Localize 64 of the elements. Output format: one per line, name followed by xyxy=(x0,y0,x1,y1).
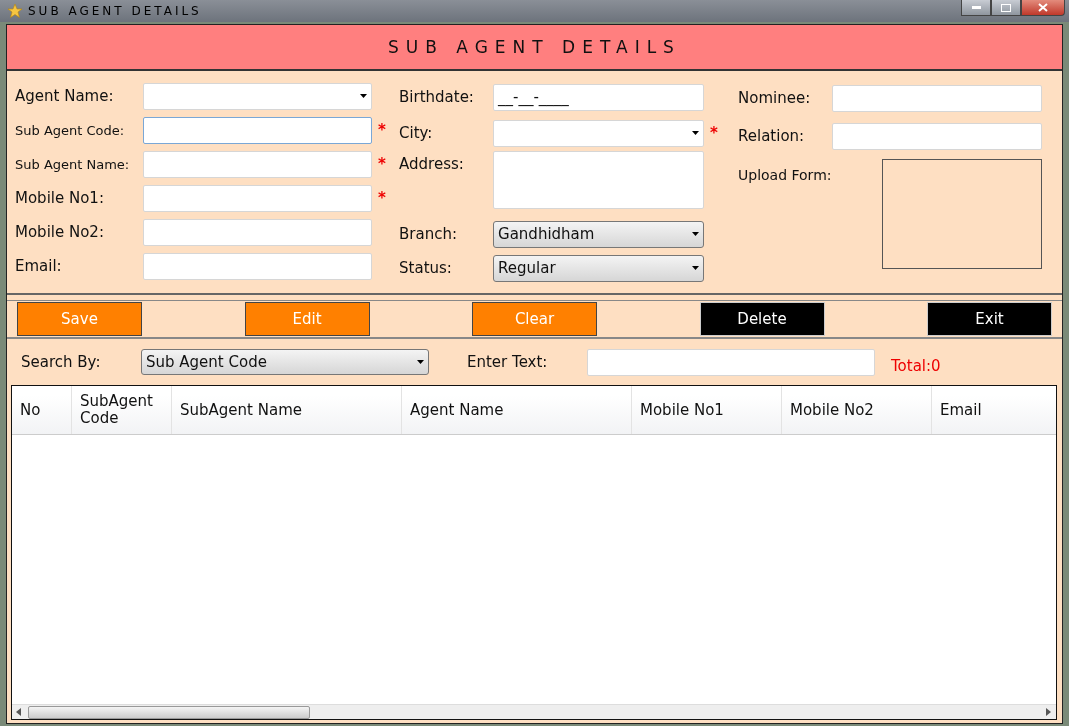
field-label: Status: xyxy=(399,259,453,277)
field-label: City: xyxy=(399,124,434,142)
scrollbar-thumb[interactable] xyxy=(28,705,310,719)
caret-icon xyxy=(692,131,700,135)
field-label: Agent Name: xyxy=(15,87,115,105)
input-field[interactable] xyxy=(143,116,372,144)
maximize-button[interactable] xyxy=(991,0,1021,16)
dropdown[interactable]: Gandhidham xyxy=(493,220,705,248)
field-label: Email: xyxy=(15,257,63,275)
column-header[interactable]: Agent Name xyxy=(402,386,632,434)
caret-icon xyxy=(692,232,700,236)
column-header[interactable]: Email xyxy=(932,386,1056,434)
search-dropdown[interactable]: Sub Agent Code xyxy=(141,349,429,375)
required-asterisk: * xyxy=(709,124,719,142)
close-button[interactable] xyxy=(1021,0,1065,16)
header-banner: SUB AGENT DETAILS xyxy=(7,25,1062,71)
field-label: Upload Form: xyxy=(738,166,832,183)
dropdown[interactable]: Regular xyxy=(493,254,705,282)
column-header[interactable]: SubAgent Name xyxy=(172,386,402,434)
total-count: Total:0 xyxy=(891,357,941,375)
window-title: SUB AGENT DETAILS xyxy=(28,4,202,18)
close-icon xyxy=(1038,3,1048,12)
upload-area[interactable] xyxy=(882,159,1042,269)
field-label: Address: xyxy=(399,154,465,173)
column-header[interactable]: SubAgent Code xyxy=(72,386,172,434)
input-field[interactable] xyxy=(143,252,372,280)
search-label: Search By: xyxy=(21,353,102,371)
column-header[interactable]: Mobile No1 xyxy=(632,386,782,434)
field-label: Sub Agent Code: xyxy=(15,122,126,138)
input-field[interactable]: __-__-____ xyxy=(493,83,705,111)
field-label: Nominee: xyxy=(738,89,812,107)
required-asterisk: * xyxy=(377,121,387,139)
required-asterisk: * xyxy=(377,155,387,173)
search-field[interactable] xyxy=(587,348,875,376)
dropdown-field[interactable] xyxy=(143,82,372,110)
minimize-button[interactable] xyxy=(961,0,991,16)
star-icon xyxy=(8,4,22,18)
input-field[interactable] xyxy=(143,184,372,212)
caret-icon xyxy=(360,94,367,98)
minimize-icon xyxy=(971,6,981,9)
scroll-right-icon[interactable] xyxy=(1046,708,1052,716)
column-header[interactable]: No xyxy=(12,386,72,434)
text-area[interactable] xyxy=(493,151,705,209)
field-label: Sub Agent Name: xyxy=(15,156,131,172)
dropdown-field[interactable] xyxy=(493,119,705,147)
action-button[interactable]: Delete xyxy=(699,302,825,336)
maximize-icon xyxy=(1001,3,1011,12)
required-asterisk: * xyxy=(377,189,387,207)
field-label: Relation: xyxy=(738,127,806,145)
column-header[interactable]: Mobile No2 xyxy=(782,386,932,434)
field-label: Mobile No2: xyxy=(15,223,105,241)
field-label: Birthdate: xyxy=(399,88,475,106)
input-field[interactable] xyxy=(832,84,1042,112)
horizontal-scrollbar[interactable] xyxy=(12,704,1056,719)
caret-icon xyxy=(692,266,700,270)
scroll-left-icon[interactable] xyxy=(16,708,22,716)
caret-icon xyxy=(417,360,424,364)
field-label: Mobile No1: xyxy=(15,189,105,207)
field-label: Branch: xyxy=(399,225,458,243)
action-button[interactable]: Exit xyxy=(927,302,1052,336)
search-text-label: Enter Text: xyxy=(467,353,549,371)
input-field[interactable] xyxy=(143,218,372,246)
input-field[interactable] xyxy=(143,150,372,178)
input-field[interactable] xyxy=(832,122,1042,150)
